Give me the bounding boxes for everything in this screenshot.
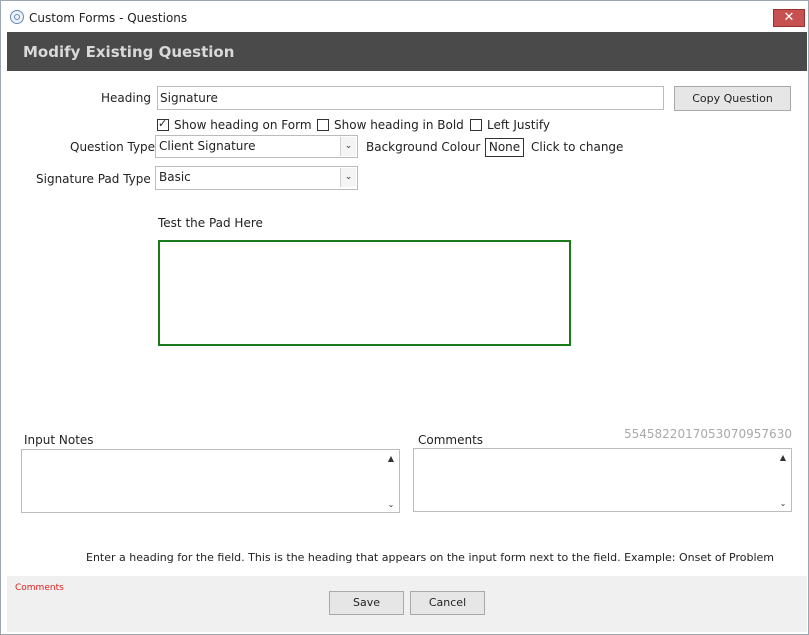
close-icon: ✕: [783, 10, 795, 25]
background-colour-hint: Click to change: [531, 140, 624, 154]
signature-pad-type-value: Basic: [159, 170, 191, 184]
custom-forms-window: Custom Forms - Questions ✕ Modify Existi…: [0, 0, 809, 635]
chevron-down-icon[interactable]: ⌄: [340, 137, 356, 156]
save-button[interactable]: Save: [329, 591, 404, 615]
window-title: Custom Forms - Questions: [29, 11, 188, 25]
heading-label: Heading: [101, 91, 151, 105]
scroll-down-icon[interactable]: ⌄: [386, 500, 396, 509]
left-justify-checkbox[interactable]: [470, 119, 482, 131]
question-type-value: Client Signature: [159, 139, 256, 153]
input-notes-textarea[interactable]: ▲ ⌄: [21, 449, 400, 513]
signature-pad-type-label: Signature Pad Type: [36, 172, 151, 186]
title-bar: Custom Forms - Questions ✕: [1, 1, 808, 31]
left-justify-label: Left Justify: [487, 118, 550, 132]
copy-question-button[interactable]: Copy Question: [674, 86, 791, 111]
scroll-down-icon[interactable]: ⌄: [778, 499, 788, 508]
background-colour-label: Background Colour: [366, 140, 481, 154]
signature-pad-type-select[interactable]: Basic ⌄: [155, 166, 358, 190]
chevron-down-icon[interactable]: ⌄: [340, 168, 356, 187]
header-band: Modify Existing Question: [7, 32, 807, 71]
question-type-label: Question Type: [70, 140, 156, 154]
show-heading-on-form-label: Show heading on Form: [174, 118, 312, 132]
help-text: Enter a heading for the field. This is t…: [86, 551, 774, 564]
heading-value: Signature: [160, 91, 218, 105]
app-icon: [10, 10, 24, 24]
checkmark-icon: ✓: [158, 117, 168, 130]
comments-textarea[interactable]: ▲ ⌄: [413, 448, 792, 512]
page-title: Modify Existing Question: [23, 43, 235, 61]
copy-question-label: Copy Question: [692, 92, 773, 105]
heading-input[interactable]: Signature: [157, 86, 664, 110]
cancel-button[interactable]: Cancel: [410, 591, 485, 615]
show-heading-on-form-checkbox[interactable]: ✓: [157, 117, 169, 131]
footer-bar: Comments Save Cancel: [7, 576, 807, 632]
scroll-up-icon[interactable]: ▲: [386, 454, 396, 463]
background-colour-value: None: [488, 140, 521, 154]
cancel-label: Cancel: [428, 596, 467, 609]
save-label: Save: [352, 596, 380, 609]
form-content: Heading Signature Copy Question ✓ Show h…: [7, 71, 807, 576]
scroll-up-icon[interactable]: ▲: [778, 453, 788, 462]
show-heading-in-bold-checkbox[interactable]: [317, 119, 329, 131]
comments-label: Comments: [418, 433, 484, 447]
show-heading-in-bold-label: Show heading in Bold: [334, 118, 464, 132]
question-type-select[interactable]: Client Signature ⌄: [155, 135, 358, 158]
test-pad-label: Test the Pad Here: [158, 216, 263, 230]
close-button[interactable]: ✕: [773, 9, 805, 27]
footer-comments-label: Comments: [15, 583, 64, 593]
question-id-text: 5545822017053070957630: [624, 427, 792, 441]
input-notes-label: Input Notes: [24, 433, 94, 447]
background-colour-swatch[interactable]: None: [485, 138, 524, 157]
signature-test-pad[interactable]: [158, 240, 571, 346]
